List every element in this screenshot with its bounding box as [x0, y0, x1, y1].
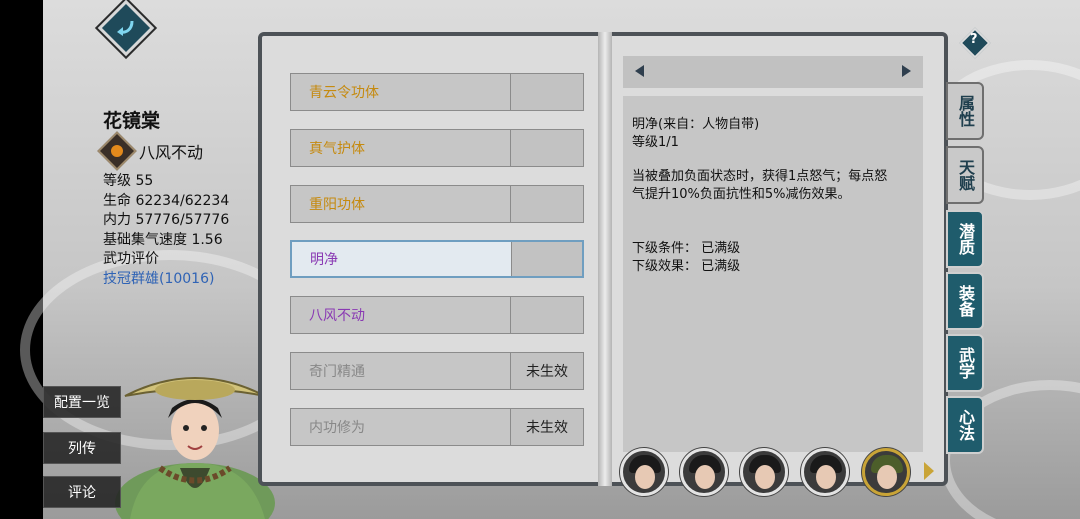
comment-button[interactable]: 评论 [43, 476, 121, 508]
back-button[interactable] [97, 0, 155, 57]
lower-condition: 下级条件： 已满级 [632, 241, 741, 256]
prev-arrow-icon[interactable] [635, 65, 644, 77]
left-black-border [0, 0, 43, 519]
tab-attributes[interactable]: 属性 [946, 82, 984, 140]
skill-status [511, 297, 583, 333]
skill-name: 明净 [292, 242, 512, 276]
book-spine [598, 32, 612, 486]
game-screen: 花镜棠 八风不动 等级 55 生命 62234/62234 内力 57776/5… [0, 0, 1080, 519]
skill-row-qingyun[interactable]: 青云令功体 [290, 73, 584, 111]
trait-label: 八风不动 [139, 143, 204, 162]
skill-row-mingjing[interactable]: 明净 [290, 240, 584, 278]
help-button[interactable]: ? [959, 27, 991, 59]
stat-mp: 内力 57776/57776 [103, 212, 230, 228]
skill-row-qimen[interactable]: 奇门精通 未生效 [290, 352, 584, 390]
stat-rating-label: 武功评价 [103, 251, 159, 267]
skill-row-bafeng[interactable]: 八风不动 [290, 296, 584, 334]
skill-status [512, 242, 582, 276]
next-arrow-icon[interactable] [902, 65, 911, 77]
tab-talent[interactable]: 天赋 [946, 146, 984, 204]
skill-status [511, 130, 583, 166]
character-stats: 等级 55 生命 62234/62234 内力 57776/57776 基础集气… [103, 172, 229, 289]
character-name: 花镜棠 [103, 110, 161, 132]
character-portrait [115, 377, 275, 519]
biography-button[interactable]: 列传 [43, 432, 121, 464]
skill-row-zhenqi[interactable]: 真气护体 [290, 129, 584, 167]
trait-icon [97, 131, 137, 171]
stat-speed: 基础集气速度 1.56 [103, 231, 223, 248]
detail-nav-bar [623, 56, 923, 88]
skill-name: 真气护体 [291, 130, 511, 166]
lower-effect: 下级效果： 已满级 [632, 259, 741, 274]
party-avatar-selected[interactable] [862, 448, 910, 496]
skill-name: 八风不动 [291, 297, 511, 333]
skill-status: 未生效 [511, 409, 583, 445]
next-page-arrow-icon[interactable] [924, 462, 934, 480]
skill-name: 重阳功体 [291, 186, 511, 222]
party-avatar[interactable] [620, 448, 668, 496]
tab-equipment[interactable]: 装备 [946, 272, 984, 330]
stat-rating-value: 技冠群雄(10016) [103, 270, 215, 287]
help-icon: ? [970, 32, 978, 48]
detail-title: 明净(来自：人物自带) 等级1/1 [632, 116, 759, 152]
detail-next-level: 下级条件： 已满级 下级效果： 已满级 [632, 240, 740, 276]
detail-description: 当被叠加负面状态时，获得1点怒气；每点怒 气提升10%负面抗性和5%减伤效果。 [632, 168, 887, 204]
tab-martial-arts[interactable]: 武学 [946, 334, 984, 392]
stat-hp: 生命 62234/62234 [103, 192, 230, 209]
skill-name: 奇门精通 [291, 353, 511, 389]
trait-row[interactable]: 八风不动 [97, 131, 204, 171]
config-overview-button[interactable]: 配置一览 [43, 386, 121, 418]
back-arrow-icon [117, 20, 134, 36]
skill-name: 内功修为 [291, 409, 511, 445]
skill-status [511, 186, 583, 222]
stat-level: 等级 55 [103, 173, 154, 189]
skill-status [511, 74, 583, 110]
tab-mind-method[interactable]: 心法 [946, 396, 984, 454]
skill-status: 未生效 [511, 353, 583, 389]
detail-title-line: 明净(来自：人物自带) [632, 117, 760, 132]
detail-desc-line: 当被叠加负面状态时，获得1点怒气；每点怒 [632, 169, 888, 184]
party-avatar[interactable] [801, 448, 849, 496]
detail-level-line: 等级1/1 [632, 135, 679, 150]
skill-row-chongyang[interactable]: 重阳功体 [290, 185, 584, 223]
party-avatar[interactable] [680, 448, 728, 496]
skill-name: 青云令功体 [291, 74, 511, 110]
party-avatar[interactable] [740, 448, 788, 496]
tab-potential[interactable]: 潜质 [946, 210, 984, 268]
skill-row-neigong[interactable]: 内功修为 未生效 [290, 408, 584, 446]
detail-desc-line: 气提升10%负面抗性和5%减伤效果。 [632, 187, 851, 202]
